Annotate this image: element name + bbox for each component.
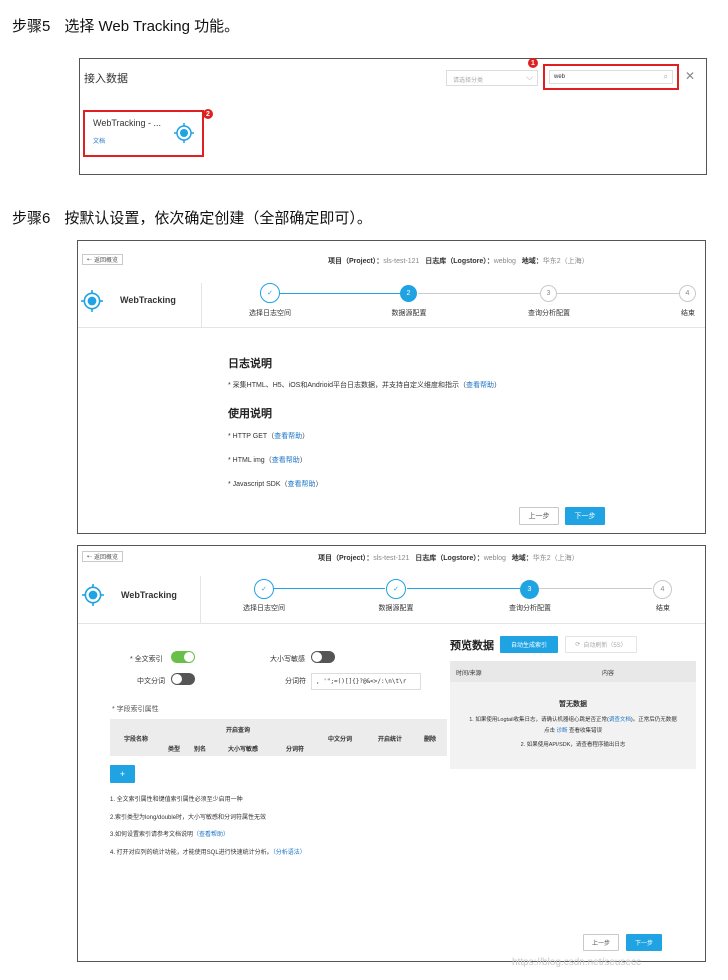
empty-hint: 1. 如果使用Logtail收集日志，请确认机器组心跳是否正常(调查文档)。正常…	[469, 717, 677, 723]
search-input[interactable]: web ⌕	[543, 64, 679, 90]
step-circle-2: ✓	[386, 579, 406, 599]
watermark: https://blog.csdn.net/seusecc	[512, 957, 641, 968]
section-title-usage: 使用说明	[228, 408, 272, 420]
prev-button[interactable]: 上一步	[519, 507, 559, 525]
header-divider	[200, 576, 201, 624]
chevron-down-icon: ⌵	[526, 72, 533, 82]
field-table-header: 字段名称 开启查询 类型 别名 大小写敏感 分词符 中文分词 开启统计 删除	[110, 719, 447, 756]
step-label-2: 数据源配置	[378, 605, 414, 612]
empty-hint: 点击 诊断 查看收集错误	[543, 728, 603, 734]
back-icon: ⇠	[87, 554, 93, 560]
diagnose-link[interactable]: 诊断	[556, 728, 567, 734]
help-link[interactable]: （查看帮助）	[193, 832, 229, 838]
next-button[interactable]: 下一步	[565, 507, 605, 525]
webtracking-logo-icon	[174, 123, 194, 143]
close-icon[interactable]: ✕	[685, 69, 695, 83]
step-circle-3: 3	[540, 285, 557, 302]
note: 3.如何设置索引请参考文档说明（查看帮助）	[110, 832, 230, 838]
help-link[interactable]: 查看帮助	[288, 481, 316, 488]
usage-item: * HTML img（查看帮助）	[228, 457, 307, 464]
note: 2.索引类型为long/double时，大小写敏感和分词符属性无效	[110, 815, 267, 821]
step-circle-4: 4	[679, 285, 696, 302]
app-logo-icon	[81, 290, 103, 312]
step5-title: 步骤5 选择 Web Tracking 功能。	[12, 18, 240, 35]
preview-title: 预览数据	[450, 640, 494, 652]
datasource-config-panel: ⇠ 返回概览 项目（Project）：sls-test-121 日志库（Logst…	[77, 240, 706, 534]
step-label-2: 数据源配置	[391, 310, 427, 317]
webtracking-card[interactable]: WebTracking - ... 文档	[83, 110, 204, 157]
back-button[interactable]: ⇠ 返回概览	[82, 551, 124, 562]
auto-refresh-button[interactable]: ⟳ 自动刷新（5S）	[565, 636, 637, 653]
progress-line	[539, 588, 652, 589]
step-label-4: 结束	[656, 605, 670, 612]
app-name: WebTracking	[120, 295, 176, 305]
fulltext-toggle[interactable]	[171, 651, 195, 663]
access-data-panel: 接入数据 请选择分类 ⌵ web ⌕ 1 ✕ WebTracking - ...…	[79, 58, 707, 175]
marker-1: 1	[528, 58, 538, 68]
step-label-3: 查询分析配置	[528, 310, 570, 317]
case-toggle[interactable]	[311, 651, 335, 663]
add-field-button[interactable]: +	[110, 765, 135, 783]
step-label-1: 选择日志空间	[249, 310, 291, 317]
prev-button[interactable]: 上一步	[583, 934, 619, 951]
panel-title: 接入数据	[84, 73, 128, 85]
app-logo-icon	[82, 584, 104, 606]
back-icon: ⇠	[87, 257, 93, 263]
progress-line	[280, 293, 400, 294]
step-circle-1: ✓	[260, 283, 280, 303]
category-select[interactable]: 请选择分类 ⌵	[446, 70, 538, 86]
progress-line	[557, 293, 679, 294]
header-separator	[78, 623, 705, 624]
section-title-log: 日志说明	[228, 358, 272, 370]
step-label-1: 选择日志空间	[243, 605, 285, 612]
case-label: 大小写敏感	[270, 656, 305, 663]
next-button[interactable]: 下一步	[626, 934, 662, 951]
step-circle-4: 4	[653, 580, 672, 599]
step-circle-3: 3	[520, 580, 539, 599]
header-divider	[201, 283, 202, 327]
help-link[interactable]: 查看帮助	[272, 457, 300, 464]
step-label-3: 查询分析配置	[509, 605, 551, 612]
back-button[interactable]: ⇠ 返回概览	[82, 254, 124, 265]
empty-title: 暂无数据	[559, 701, 587, 708]
header-separator	[78, 327, 705, 328]
note: 1. 全文索引属性和键值索引属性必须至少启用一种	[110, 797, 243, 803]
syntax-link[interactable]: （分析语法）	[273, 850, 306, 856]
delimiter-input[interactable]: , '";=()[]{}?@&<>/:\n\t\r	[311, 673, 421, 690]
help-link[interactable]: 查看帮助	[466, 382, 494, 389]
step-label-4: 结束	[681, 310, 695, 317]
app-name: WebTracking	[121, 590, 177, 600]
usage-item: * Javascript SDK（查看帮助）	[228, 481, 323, 488]
field-index-title: * 字段索引属性	[112, 706, 159, 713]
cn-seg-toggle[interactable]	[171, 673, 195, 685]
query-config-panel: ⇠ 返回概览 项目（Project）：sls-test-121 日志库（Logst…	[77, 545, 706, 962]
progress-line	[418, 293, 540, 294]
step-circle-2: 2	[400, 285, 417, 302]
cn-seg-label: 中文分词	[137, 678, 165, 685]
help-link[interactable]: 查看帮助	[274, 433, 302, 440]
fulltext-label: * 全文索引	[130, 656, 163, 663]
usage-item: * HTTP GET（查看帮助）	[228, 433, 310, 440]
marker-2: 2	[203, 109, 213, 119]
refresh-icon: ⟳	[575, 642, 581, 648]
preview-table: 时间/来源 内容 暂无数据 1. 如果使用Logtail收集日志，请确认机器组心…	[450, 661, 696, 769]
auto-index-button[interactable]: 自动生成索引	[500, 636, 558, 653]
progress-line	[407, 588, 520, 589]
step6-title: 步骤6 按默认设置，依次确定创建（全部确定即可）。	[12, 210, 372, 227]
preview-table-header: 时间/来源 内容	[450, 661, 696, 682]
header-info: 项目（Project）：sls-test-121 日志库（Logstore）：w…	[328, 258, 589, 265]
header-info: 项目（Project）：sls-test-121 日志库（Logstore）：w…	[318, 555, 579, 562]
delimiter-label: 分词符	[285, 678, 306, 685]
note: 4. 打开对应列的统计功能，才能使用SQL进行快速统计分析。（分析语法）	[110, 850, 306, 856]
log-description: * 采集HTML、H5、iOS和Andrioid平台日志数据，并支持自定义维度和…	[228, 382, 502, 389]
step-circle-1: ✓	[254, 579, 274, 599]
progress-line	[274, 588, 385, 589]
empty-hint: 2. 如果使用API/SDK，请查看程序输出日志	[520, 742, 626, 748]
search-icon: ⌕	[663, 72, 668, 81]
